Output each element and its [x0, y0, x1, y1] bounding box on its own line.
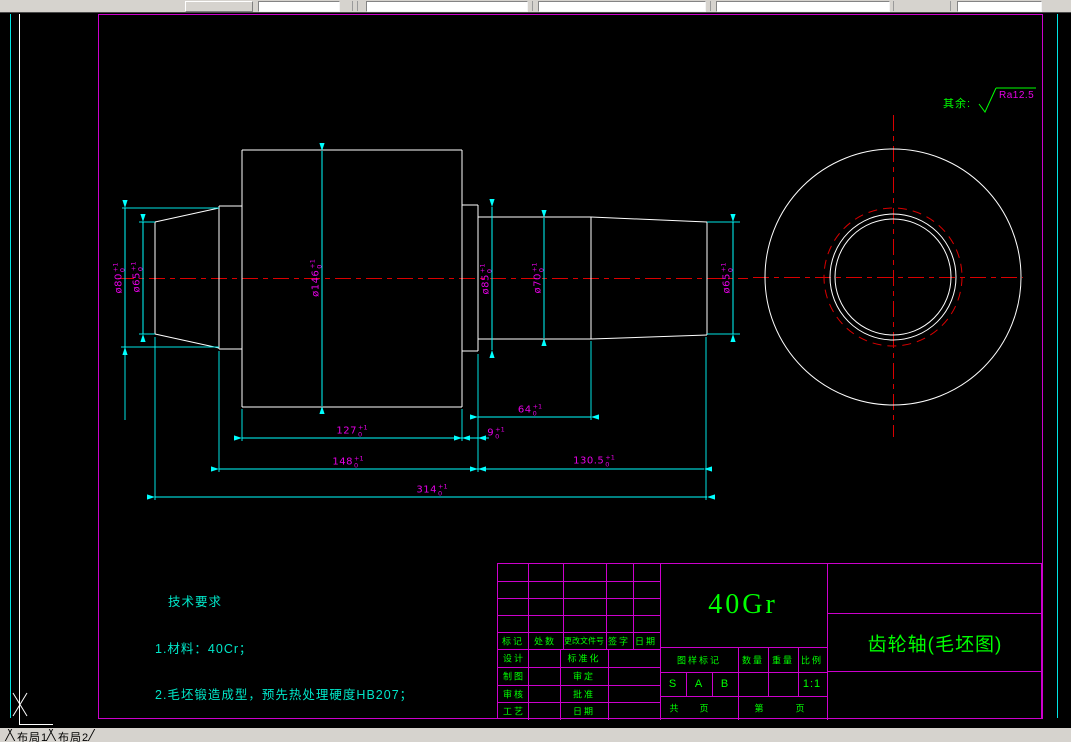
extension-lines [121, 207, 740, 500]
tab-layout1[interactable]: 布局1 [17, 729, 48, 742]
layout-tab-bar: 布局1 布局2 [0, 728, 1071, 742]
tb-header-mark: 标记 [501, 636, 525, 647]
tb-total-page-label: 页 [699, 703, 711, 714]
tb-qty-label: 数量 [741, 655, 765, 666]
tb-row-approve: 批准 [572, 689, 596, 700]
tech-title: 技术要求 [168, 595, 223, 609]
dim-phi85: ø85 +1 0 [478, 263, 494, 295]
ucs-icon [12, 14, 53, 725]
tb-header-change-file: 更改文件号 [564, 636, 604, 646]
surface-roughness-value: Ra12.5 [999, 90, 1035, 101]
dim-9: 9 +1 0 [487, 425, 505, 440]
drawing-title: 齿轮轴(毛坯图) [867, 634, 1003, 656]
dim-130-5: 130.5 +1 0 [573, 453, 615, 468]
dim-148: 148 +1 0 [332, 454, 364, 469]
dimension-lines [122, 143, 736, 500]
tb-header-date: 日期 [634, 636, 658, 647]
tb-header-count: 处数 [533, 636, 557, 647]
tab-layout2[interactable]: 布局2 [58, 729, 89, 742]
tb-row-review: 审定 [572, 671, 596, 682]
tb-row-draft: 制图 [502, 671, 526, 682]
tb-row-date: 日期 [572, 706, 596, 717]
dim-phi65-left: ø65 +1 0 [129, 261, 145, 293]
centerlines [118, 115, 1023, 437]
surface-note-prefix: 其余: [943, 98, 972, 110]
tech-line: 1.材料：40Cr； [155, 641, 253, 656]
autocad-window: 其余: Ra12.5 ø80 +1 0 ø65 +1 0 ø146 +1 0 ø85 +1 0 … [0, 0, 1071, 742]
dim-phi65-right: ø65 +1 0 [719, 262, 735, 294]
tb-mark-s: S [668, 678, 678, 690]
tb-header-sign: 签字 [607, 636, 631, 647]
dim-314: 314 +1 0 [416, 482, 448, 497]
tech-line: 2.毛坯锻造成型，预先热处理硬度HB207； [155, 688, 414, 702]
tb-scale-label: 比例 [800, 655, 824, 666]
title-block: 标记 处数 更改文件号 签字 日期 设计 标准化 制图 审定 审核 批准 工艺 … [497, 563, 1043, 720]
tb-mark-a: A [694, 678, 704, 690]
technical-requirements: 技术要求 1.材料：40Cr； 2.毛坯锻造成型，预先热处理硬度HB207； 3… [155, 564, 420, 742]
tb-row-process: 工艺 [502, 706, 526, 717]
dim-64: 64 +1 0 [517, 402, 543, 417]
tb-mark-b: B [720, 678, 730, 690]
tb-scale-value: 1:1 [802, 678, 822, 690]
tb-weight-label: 重量 [771, 655, 795, 666]
material-label: 40Gr [708, 589, 778, 620]
dim-phi70: ø70 +1 0 [530, 262, 546, 294]
tb-sheet-label: 第 [754, 703, 766, 714]
tb-mark-label: 图样标记 [676, 655, 722, 666]
tb-row-check: 审核 [502, 689, 526, 700]
dim-phi146: ø146 +1 0 [308, 259, 324, 297]
dim-phi80: ø80 +1 0 [111, 262, 127, 294]
tb-row-standardize: 标准化 [567, 653, 601, 664]
tb-sheet-page-label: 页 [795, 703, 807, 714]
tb-row-design: 设计 [502, 653, 526, 664]
tb-total-label: 共 [669, 703, 681, 714]
dim-127: 127 +1 0 [336, 423, 368, 438]
